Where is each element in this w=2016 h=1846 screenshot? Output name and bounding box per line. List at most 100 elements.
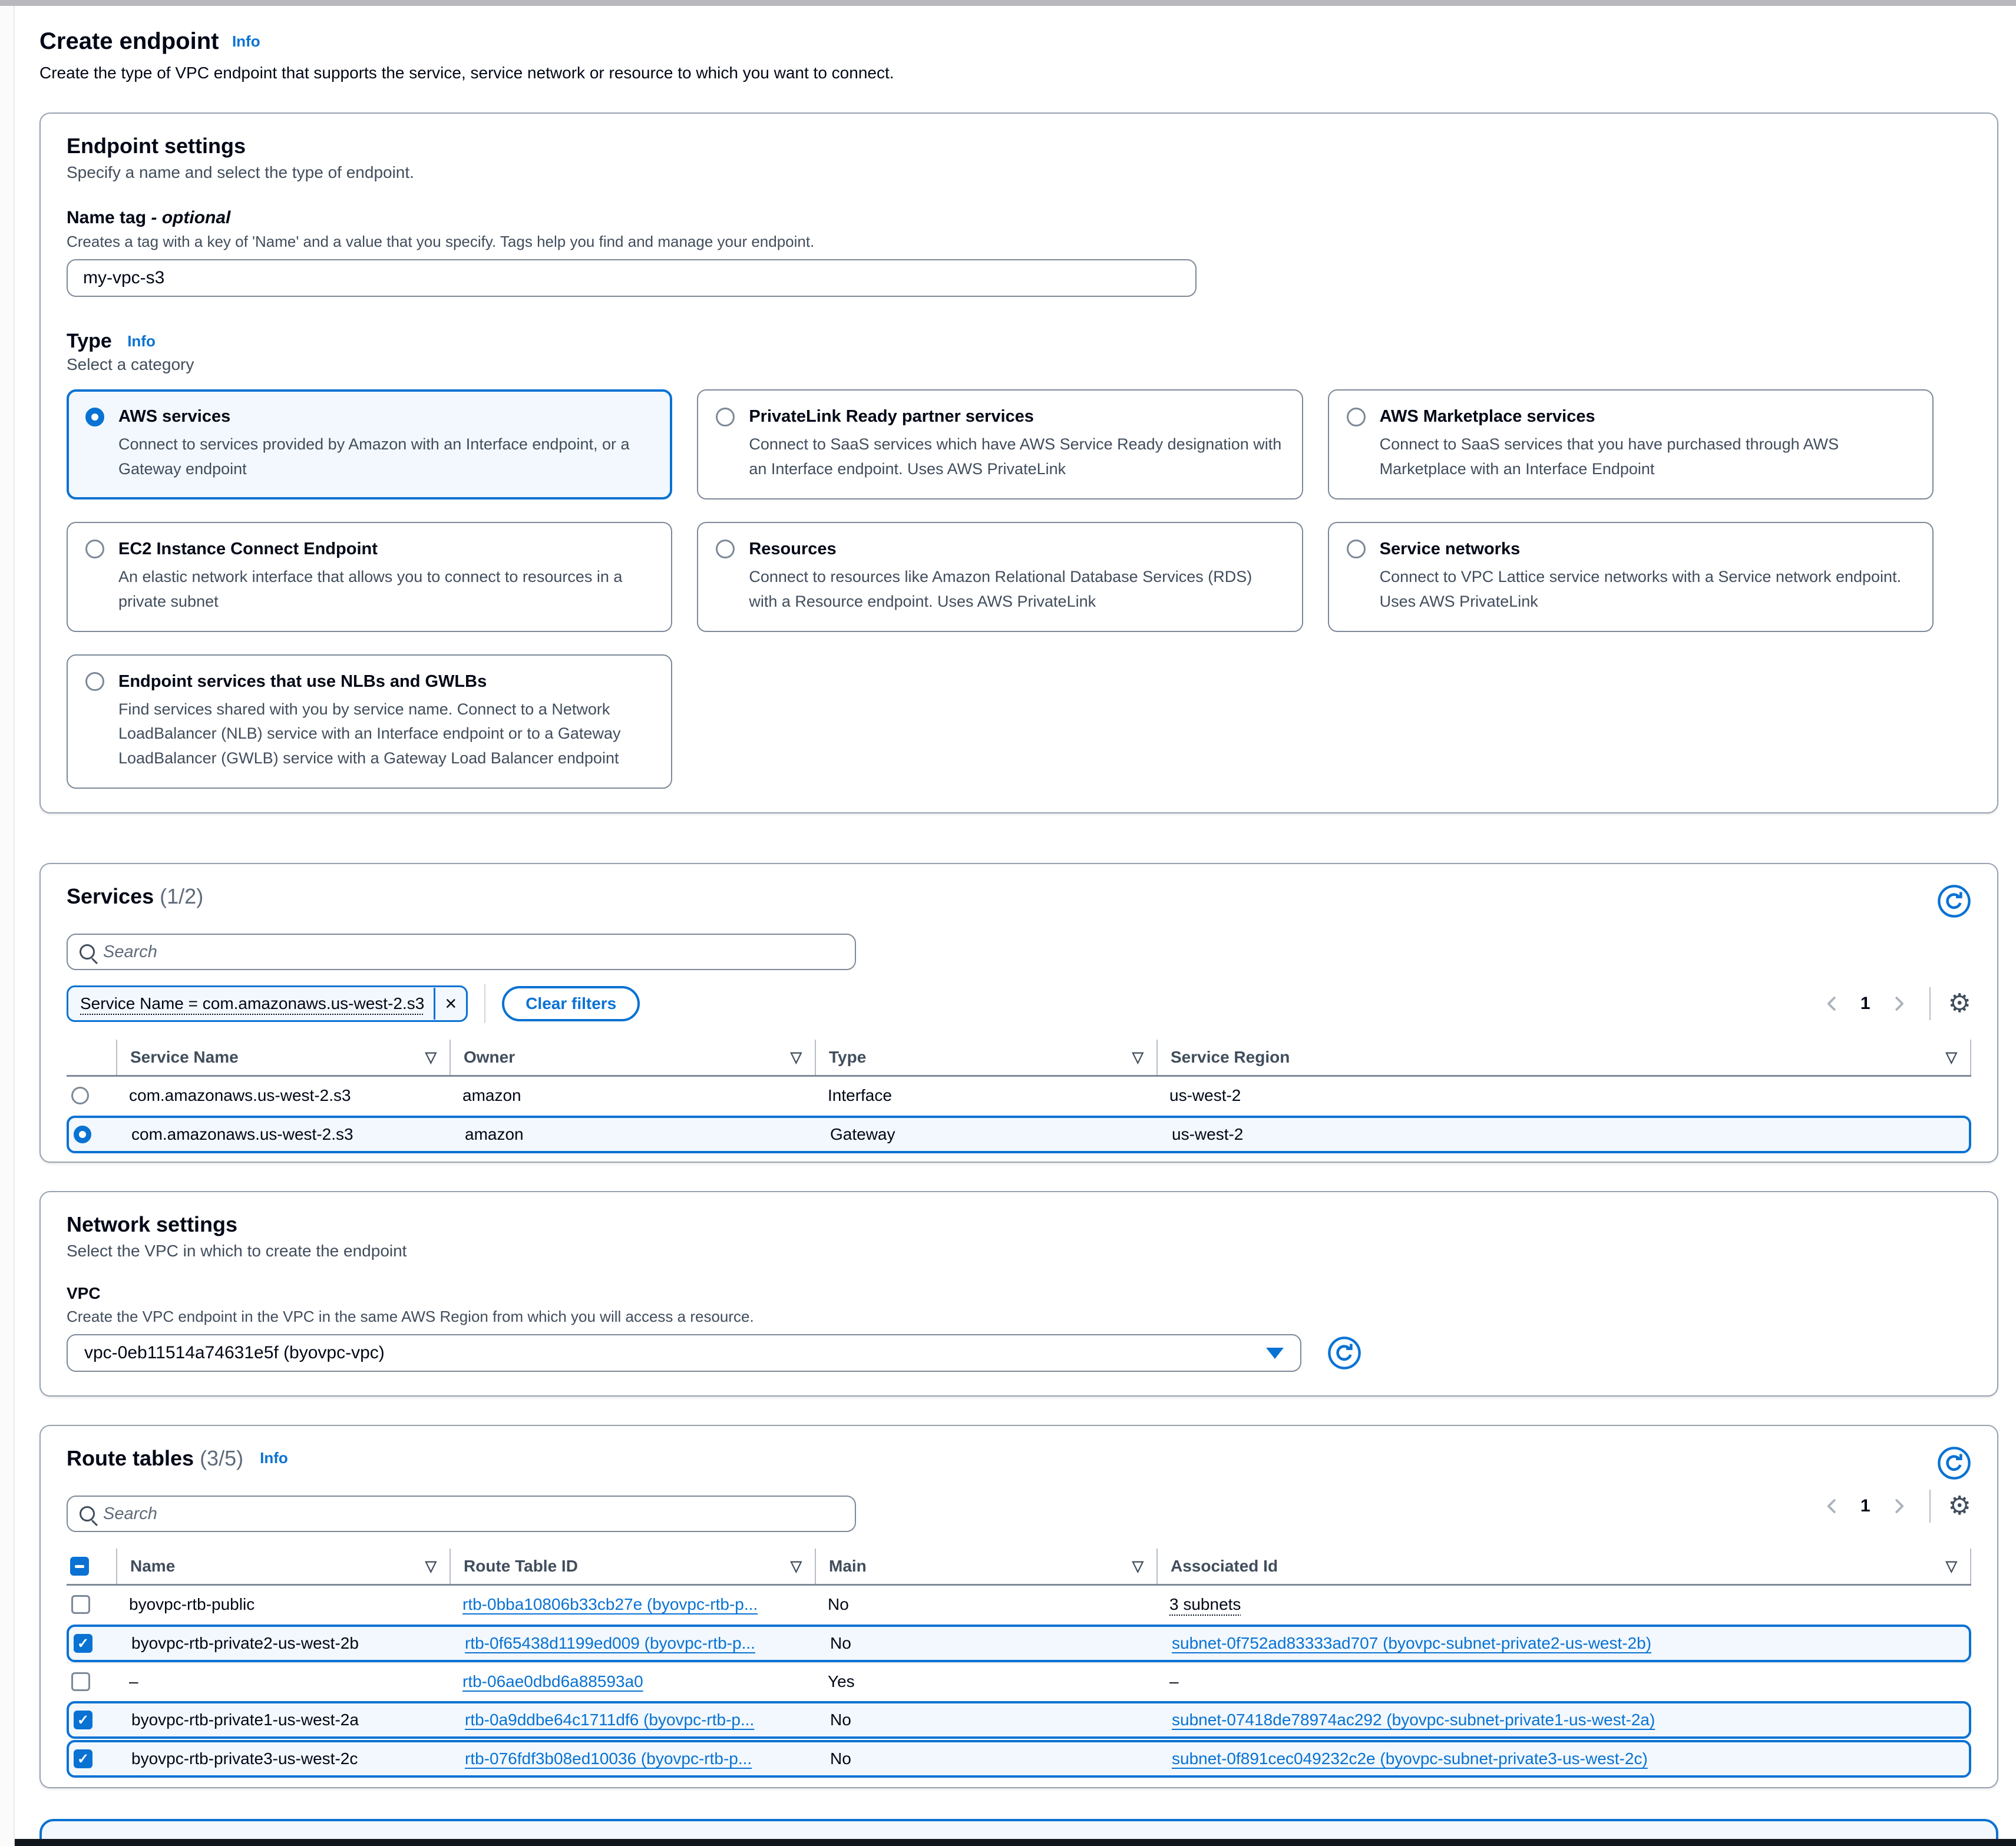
category-resources[interactable]: Resources Connect to resources like Amaz…: [697, 522, 1303, 632]
route-tables-info-link[interactable]: Info: [260, 1449, 288, 1467]
column-header-associated-id: Associated Id▽: [1156, 1549, 1971, 1584]
row-checkbox-checked[interactable]: ✓: [74, 1749, 92, 1768]
route-table-id-link[interactable]: rtb-0bba10806b33cb27e (byovpc-rtb-p...: [462, 1595, 758, 1613]
radio-icon[interactable]: [85, 540, 104, 558]
name-tag-input[interactable]: [67, 259, 1197, 297]
radio-selected-icon[interactable]: [85, 408, 104, 426]
services-refresh-icon[interactable]: [1937, 884, 1971, 918]
column-header-owner: Owner▽: [450, 1040, 815, 1075]
route-table-id-link[interactable]: rtb-076fdf3b08ed10036 (byovpc-rtb-p...: [465, 1749, 752, 1768]
services-settings-gear-icon[interactable]: ⚙: [1948, 991, 1971, 1017]
clear-filters-button[interactable]: Clear filters: [502, 986, 640, 1021]
service-filter-token: Service Name = com.amazonaws.us-west-2.s…: [67, 985, 468, 1022]
service-row-gateway[interactable]: com.amazonaws.us-west-2.s3 amazon Gatewa…: [67, 1116, 1971, 1153]
service-row-interface[interactable]: com.amazonaws.us-west-2.s3 amazon Interf…: [67, 1077, 1971, 1114]
selection-column-header: [67, 1040, 116, 1075]
bottom-edge-bar: [15, 1839, 2016, 1846]
route-tables-search-input[interactable]: [103, 1504, 843, 1524]
row-checkbox-checked[interactable]: ✓: [74, 1711, 92, 1729]
filter-triangle-icon[interactable]: ▽: [1132, 1048, 1143, 1066]
vpc-help: Create the VPC endpoint in the VPC in th…: [67, 1308, 1971, 1326]
category-ec2-instance-connect[interactable]: EC2 Instance Connect Endpoint An elastic…: [67, 522, 672, 632]
subnet-link[interactable]: subnet-0f752ad83333ad707 (byovpc-subnet-…: [1172, 1634, 1651, 1652]
services-panel: Services (1/2) Service Name = com.a: [39, 863, 1998, 1163]
route-tables-title: Route tables (3/5) Info: [67, 1446, 288, 1471]
radio-icon[interactable]: [716, 408, 735, 426]
radio-icon[interactable]: [716, 540, 735, 558]
endpoint-settings-title: Endpoint settings: [67, 134, 1971, 158]
filter-triangle-icon[interactable]: ▽: [791, 1557, 802, 1575]
radio-icon[interactable]: [85, 672, 104, 691]
type-category-grid: AWS services Connect to services provide…: [67, 389, 1934, 789]
network-settings-title: Network settings: [67, 1212, 1971, 1237]
row-checkbox[interactable]: [71, 1672, 90, 1691]
divider: [484, 984, 485, 1023]
previous-page-icon[interactable]: [1819, 1493, 1845, 1519]
route-table-row[interactable]: ✓ byovpc-rtb-private2-us-west-2b rtb-0f6…: [67, 1625, 1971, 1662]
filter-triangle-icon[interactable]: ▽: [791, 1048, 802, 1066]
previous-page-icon[interactable]: [1819, 991, 1845, 1017]
column-header-main: Main▽: [815, 1549, 1156, 1584]
services-pagination: 1 ⚙: [1819, 987, 1971, 1020]
filter-token-label[interactable]: Service Name = com.amazonaws.us-west-2.s…: [68, 987, 434, 1020]
column-header-route-table-id: Route Table ID▽: [450, 1549, 815, 1584]
radio-icon[interactable]: [1347, 408, 1366, 426]
filter-triangle-icon[interactable]: ▽: [425, 1048, 437, 1066]
route-table-id-link[interactable]: rtb-0a9ddbe64c1711df6 (byovpc-rtb-p...: [465, 1711, 754, 1729]
route-table-row[interactable]: – rtb-06ae0dbd6a88593a0 Yes –: [67, 1662, 1971, 1700]
filter-triangle-icon[interactable]: ▽: [1132, 1557, 1143, 1575]
page-subtitle: Create the type of VPC endpoint that sup…: [39, 61, 1998, 84]
radio-icon[interactable]: [71, 1087, 89, 1104]
subnets-count-link[interactable]: 3 subnets: [1169, 1595, 1241, 1613]
route-table-id-link[interactable]: rtb-06ae0dbd6a88593a0: [462, 1672, 643, 1690]
filter-token-close-icon[interactable]: ×: [434, 988, 466, 1020]
row-checkbox-checked[interactable]: ✓: [74, 1634, 92, 1653]
page-title: Create endpoint: [39, 28, 219, 54]
category-marketplace[interactable]: AWS Marketplace services Connect to SaaS…: [1328, 389, 1934, 499]
category-nlb-gwlb-services[interactable]: Endpoint services that use NLBs and GWLB…: [67, 654, 672, 789]
services-search-box[interactable]: [67, 934, 856, 970]
services-title: Services (1/2): [67, 884, 203, 909]
filter-triangle-icon[interactable]: ▽: [1946, 1048, 1957, 1066]
category-service-networks[interactable]: Service networks Connect to VPC Lattice …: [1328, 522, 1934, 632]
route-tables-pagination: 1 ⚙: [1819, 1490, 1971, 1523]
vpc-select-value: vpc-0eb11514a74631e5f (byovpc-vpc): [84, 1343, 385, 1363]
type-info-link[interactable]: Info: [127, 332, 156, 350]
network-settings-subtitle: Select the VPC in which to create the en…: [67, 1242, 1971, 1261]
subnet-link[interactable]: subnet-0f891cec049232c2e (byovpc-subnet-…: [1172, 1749, 1648, 1768]
filter-triangle-icon[interactable]: ▽: [1946, 1557, 1957, 1575]
type-label: Type Info: [67, 330, 1971, 353]
browser-edge-strip: [0, 0, 2016, 6]
route-table-row[interactable]: ✓ byovpc-rtb-private1-us-west-2a rtb-0a9…: [67, 1701, 1971, 1739]
page-info-link[interactable]: Info: [232, 32, 260, 50]
route-tables-settings-gear-icon[interactable]: ⚙: [1948, 1493, 1971, 1519]
select-all-checkbox-indeterminate[interactable]: [70, 1557, 89, 1576]
services-search-input[interactable]: [103, 942, 843, 962]
column-header-type: Type▽: [815, 1040, 1156, 1075]
divider: [1929, 1490, 1931, 1523]
search-icon: [80, 1506, 95, 1521]
route-tables-refresh-icon[interactable]: [1937, 1446, 1971, 1480]
vpc-select[interactable]: vpc-0eb11514a74631e5f (byovpc-vpc): [67, 1334, 1301, 1372]
route-table-id-link[interactable]: rtb-0f65438d1199ed009 (byovpc-rtb-p...: [465, 1634, 755, 1652]
next-page-icon[interactable]: [1886, 1493, 1912, 1519]
subnet-link[interactable]: subnet-07418de78974ac292 (byovpc-subnet-…: [1172, 1711, 1655, 1729]
category-aws-services[interactable]: AWS services Connect to services provide…: [67, 389, 672, 499]
radio-icon[interactable]: [1347, 540, 1366, 558]
route-table-row[interactable]: byovpc-rtb-public rtb-0bba10806b33cb27e …: [67, 1586, 1971, 1623]
radio-selected-icon[interactable]: [74, 1126, 91, 1143]
category-privatelink-partner[interactable]: PrivateLink Ready partner services Conne…: [697, 389, 1303, 499]
name-tag-help: Creates a tag with a key of 'Name' and a…: [67, 233, 1971, 251]
page-number[interactable]: 1: [1850, 1496, 1881, 1516]
services-table: Service Name▽ Owner▽ Type▽ Service Regio…: [67, 1040, 1971, 1153]
endpoint-settings-subtitle: Specify a name and select the type of en…: [67, 163, 1971, 182]
column-header-name: Name▽: [116, 1549, 450, 1584]
vpc-refresh-icon[interactable]: [1327, 1336, 1361, 1370]
row-checkbox[interactable]: [71, 1595, 90, 1614]
page-number[interactable]: 1: [1850, 994, 1881, 1014]
route-tables-search-box[interactable]: [67, 1496, 856, 1532]
next-page-icon[interactable]: [1886, 991, 1912, 1017]
chevron-down-icon: [1266, 1348, 1284, 1359]
route-table-row[interactable]: ✓ byovpc-rtb-private3-us-west-2c rtb-076…: [67, 1740, 1971, 1778]
filter-triangle-icon[interactable]: ▽: [425, 1557, 437, 1575]
